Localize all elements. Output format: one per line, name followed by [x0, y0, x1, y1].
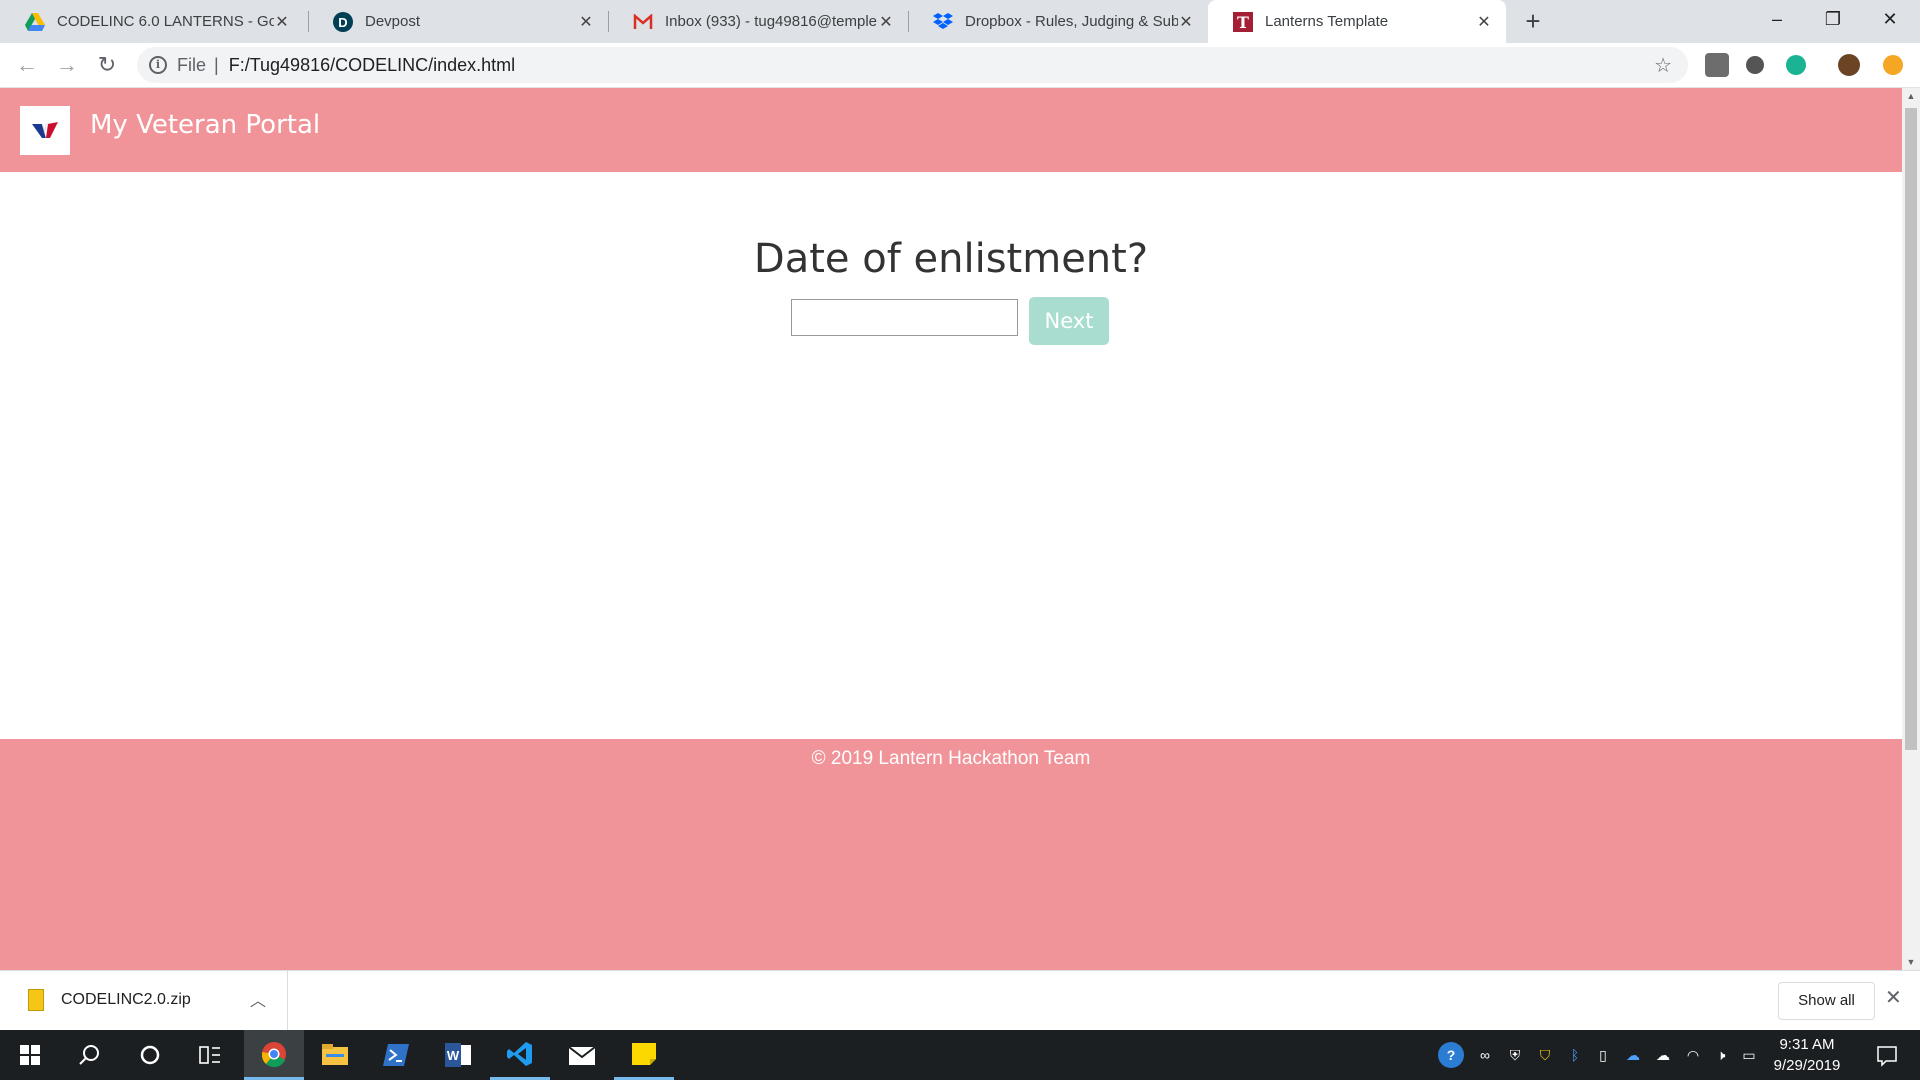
volume-muted-icon[interactable]: 🕨 [1710, 1044, 1732, 1066]
update-icon[interactable] [1883, 55, 1903, 75]
system-clock[interactable]: 9:31 AM 9/29/2019 [1752, 1034, 1862, 1076]
scrollbar-thumb[interactable] [1905, 108, 1917, 750]
restore-button[interactable]: ❐ [1805, 0, 1861, 43]
task-view-icon[interactable] [180, 1030, 240, 1080]
svg-text:W: W [447, 1048, 460, 1063]
page-scrollbar[interactable]: ▲ ▼ [1902, 88, 1920, 970]
tab-title: Dropbox - Rules, Judging & Subm [965, 13, 1178, 30]
tab-dropbox[interactable]: Dropbox - Rules, Judging & Subm ✕ [908, 0, 1208, 43]
temple-icon: T [1233, 11, 1253, 32]
back-button[interactable]: ← [11, 49, 43, 81]
extension-green-icon[interactable] [1786, 55, 1806, 75]
dropbox-icon [933, 12, 953, 32]
windows-taskbar: W ? ∞ ⛨ ⛉ ᛒ ▯ ☁ ☁ ◠ 🕨 ▭ 9:31 AM 9/29/201… [0, 1030, 1920, 1080]
zip-file-icon [28, 989, 44, 1011]
site-header: My Veteran Portal [0, 88, 1902, 172]
question-heading: Date of enlistment? [753, 236, 1149, 282]
site-title[interactable]: My Veteran Portal [90, 110, 320, 140]
search-icon[interactable] [59, 1030, 119, 1080]
scroll-up-arrow[interactable]: ▲ [1902, 88, 1920, 104]
svg-text:T: T [1237, 13, 1249, 32]
onedrive-icon[interactable]: ☁ [1622, 1044, 1644, 1066]
bookmark-star-icon[interactable]: ☆ [1654, 53, 1672, 78]
clock-date: 9/29/2019 [1773, 1057, 1841, 1074]
security-shield-icon[interactable]: ⛨ [1504, 1044, 1526, 1066]
reload-button[interactable]: ↻ [91, 49, 123, 81]
cortana-icon[interactable] [120, 1030, 180, 1080]
notifications-icon[interactable] [1866, 1041, 1906, 1071]
uipath-extension-icon[interactable] [1705, 53, 1729, 77]
enlistment-date-input[interactable] [791, 299, 1018, 336]
address-url[interactable]: F:/Tug49816/CODELINC/index.html [229, 55, 515, 76]
tab-lanterns[interactable]: T Lanterns Template ✕ [1208, 0, 1506, 43]
tab-gmail[interactable]: Inbox (933) - tug49816@temple. ✕ [608, 0, 908, 43]
profile-avatar[interactable] [1838, 54, 1860, 76]
vscode-icon[interactable] [490, 1030, 550, 1080]
close-icon[interactable]: ✕ [1178, 12, 1194, 32]
tab-title: CODELINC 6.0 LANTERNS - Goog [57, 13, 274, 30]
download-bar: CODELINC2.0.zip ︿ Show all ✕ [0, 970, 1920, 1030]
window-close-button[interactable]: ✕ [1862, 0, 1918, 43]
tab-devpost[interactable]: D Devpost ✕ [308, 0, 608, 43]
tab-title: Inbox (933) - tug49816@temple. [665, 13, 878, 30]
close-icon[interactable]: ✕ [878, 12, 894, 32]
onedrive-personal-icon[interactable]: ☁ [1652, 1044, 1674, 1066]
file-explorer-icon[interactable] [305, 1030, 365, 1080]
usb-device-icon[interactable]: ▯ [1592, 1044, 1614, 1066]
tab-codelinc[interactable]: CODELINC 6.0 LANTERNS - Goog ✕ [0, 0, 304, 43]
sticky-notes-icon[interactable] [614, 1030, 674, 1080]
windows-start-icon[interactable] [0, 1030, 60, 1080]
forward-button[interactable]: → [51, 49, 83, 81]
creative-cloud-icon[interactable]: ∞ [1474, 1044, 1496, 1066]
browser-toolbar: ← → ↻ i File | F:/Tug49816/CODELINC/inde… [0, 43, 1920, 88]
new-tab-button[interactable]: + [1517, 5, 1549, 37]
download-filename[interactable]: CODELINC2.0.zip [61, 991, 191, 1009]
address-separator: | [214, 54, 219, 75]
site-footer: © 2019 Lantern Hackathon Team [0, 739, 1902, 970]
tab-title: Devpost [365, 13, 421, 30]
close-download-bar-icon[interactable]: ✕ [1885, 985, 1902, 1010]
tab-strip: CODELINC 6.0 LANTERNS - Goog ✕ D Devpost… [0, 0, 1920, 43]
footer-copyright: © 2019 Lantern Hackathon Team [811, 748, 1091, 769]
close-icon[interactable]: ✕ [274, 12, 290, 32]
help-icon[interactable]: ? [1438, 1042, 1464, 1068]
clock-time: 9:31 AM [1779, 1036, 1835, 1053]
extension-circle-icon[interactable] [1746, 56, 1764, 74]
mail-icon[interactable] [552, 1030, 612, 1080]
shield-warning-icon[interactable]: ⛉ [1534, 1044, 1556, 1066]
devpost-icon: D [333, 11, 353, 32]
address-scheme: File [177, 54, 207, 75]
next-button[interactable]: Next [1029, 297, 1109, 345]
google-drive-icon [25, 12, 45, 32]
gmail-icon [633, 12, 653, 32]
info-icon[interactable]: i [149, 56, 167, 74]
show-all-button[interactable]: Show all [1778, 982, 1875, 1020]
chevron-up-icon[interactable]: ︿ [250, 987, 266, 1011]
close-icon[interactable]: ✕ [578, 12, 594, 32]
site-logo[interactable] [20, 106, 70, 155]
powershell-icon[interactable] [366, 1030, 426, 1080]
svg-text:D: D [338, 15, 347, 30]
scroll-down-arrow[interactable]: ▼ [1902, 954, 1920, 970]
web-page: My Veteran Portal Date of enlistment? Ne… [0, 88, 1902, 970]
tab-title: Lanterns Template [1265, 13, 1389, 30]
bluetooth-icon[interactable]: ᛒ [1564, 1044, 1586, 1066]
download-item[interactable]: CODELINC2.0.zip ︿ [0, 971, 288, 1030]
address-bar[interactable]: i File | F:/Tug49816/CODELINC/index.html… [137, 47, 1688, 83]
wifi-icon[interactable]: ◠ [1682, 1044, 1704, 1066]
minimize-button[interactable]: – [1749, 0, 1805, 43]
word-icon[interactable]: W [428, 1030, 488, 1080]
chrome-icon[interactable] [244, 1030, 304, 1080]
close-icon[interactable]: ✕ [1476, 12, 1492, 32]
